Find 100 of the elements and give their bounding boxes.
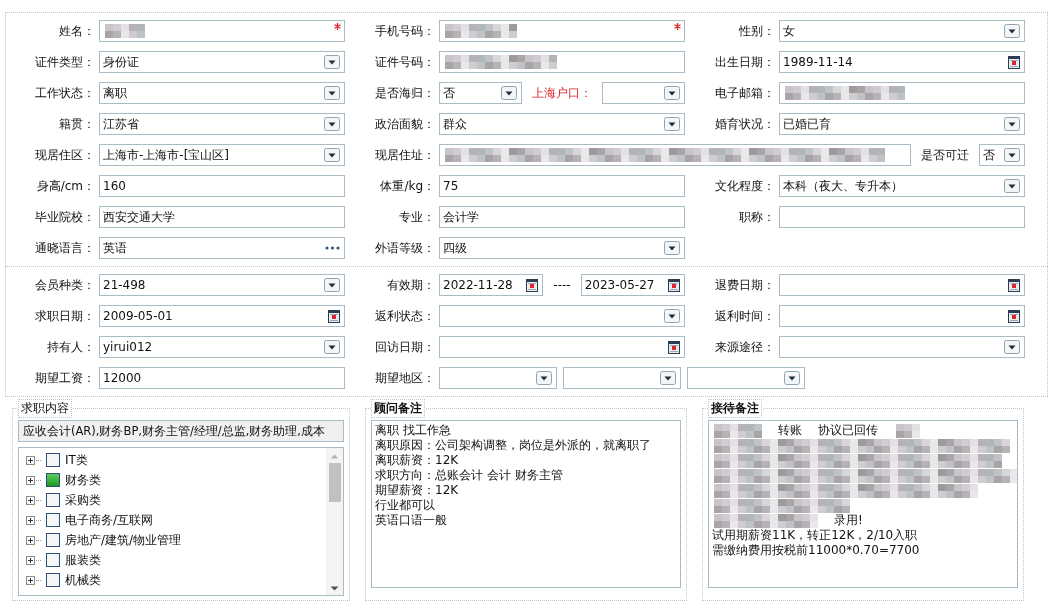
- notes-field[interactable]: 离职 找工作急 离职原因：公司架构调整，岗位是外派的，就离职了 离职薪资：12K 求职方向：总账会计 会计 财务主管 期望薪资：12K 行业都可以 英语口语一般: [371, 420, 681, 588]
- select-field[interactable]: yirui012: [99, 336, 345, 358]
- select-field[interactable]: 离职: [99, 82, 345, 104]
- notes-field[interactable]: 转账 协议已回传 录用! 试用期薪资11K，转正12K，2/10入职 需缴纳费用按税前11000*0.70=7700: [708, 420, 1018, 588]
- date-field[interactable]: [439, 336, 685, 358]
- field-label: 回访日期：: [374, 339, 435, 356]
- field-label: 出生日期：: [714, 54, 775, 71]
- group-title: 接待备注: [708, 399, 762, 418]
- checkbox[interactable]: [46, 513, 60, 527]
- calendar-icon: [526, 278, 539, 292]
- text-field[interactable]: 75: [439, 175, 685, 197]
- select-field[interactable]: 本科（夜大、专升本）: [779, 175, 1025, 197]
- tree-item[interactable]: 采购类: [65, 491, 101, 509]
- checkbox[interactable]: [46, 553, 60, 567]
- text-field[interactable]: 160: [99, 175, 345, 197]
- tree-item[interactable]: 机械类: [65, 571, 101, 589]
- select-field[interactable]: [779, 336, 1025, 358]
- text-field[interactable]: 12000: [99, 367, 345, 389]
- field-label: 政治面貌：: [374, 116, 435, 133]
- checkbox[interactable]: [46, 453, 60, 467]
- field-label: 是否可迁: [920, 146, 970, 164]
- text-field[interactable]: 会计学: [439, 206, 685, 228]
- dropdown-icon: [324, 340, 340, 354]
- field-label: 退费日期：: [714, 277, 775, 294]
- text-field[interactable]: [439, 51, 685, 73]
- note-text: 离职原因：公司架构调整，岗位是外派的，就离职了: [375, 438, 651, 453]
- expand-icon[interactable]: [26, 535, 41, 545]
- expand-icon[interactable]: [26, 555, 41, 565]
- date-field[interactable]: 1989-11-14: [779, 51, 1025, 73]
- calendar-icon: [1008, 278, 1020, 292]
- picker-field[interactable]: 英语: [99, 237, 345, 259]
- text-field[interactable]: [99, 20, 345, 42]
- date-field[interactable]: [779, 274, 1025, 296]
- field-label: 婚育状况：: [714, 116, 775, 133]
- field-label: 返利状态：: [374, 308, 435, 325]
- note-text: 试用期薪资11K，转正12K，2/10入职: [712, 528, 918, 543]
- field-label: 电子邮箱：: [714, 85, 775, 102]
- expand-icon[interactable]: [26, 475, 41, 485]
- tree-item[interactable]: IT类: [65, 451, 88, 469]
- scrollbar[interactable]: [326, 448, 343, 595]
- select-field[interactable]: 上海市-上海市-[宝山区]: [99, 144, 345, 166]
- dropdown-icon: [1004, 340, 1020, 354]
- select-field[interactable]: [439, 367, 557, 389]
- dropdown-icon: [324, 55, 340, 69]
- note-text: 行业都可以: [375, 498, 435, 513]
- scrollbar-thumb[interactable]: [328, 463, 341, 502]
- date-field[interactable]: 2023-05-27: [580, 274, 685, 296]
- tree-item[interactable]: 财务类: [65, 471, 101, 489]
- text-field[interactable]: [439, 20, 685, 42]
- field-label: 毕业院校：: [34, 209, 95, 226]
- select-field[interactable]: 群众: [439, 113, 685, 135]
- select-field[interactable]: 21-498: [99, 274, 345, 296]
- field-label: 专业：: [398, 209, 435, 226]
- dropdown-icon: [1004, 179, 1020, 193]
- range-separator: ----: [552, 278, 572, 292]
- field-label: 籍贯：: [58, 116, 95, 133]
- text-field[interactable]: [779, 82, 1025, 104]
- field-label: 来源途径：: [714, 339, 775, 356]
- tree-item[interactable]: 电子商务/互联网: [65, 511, 154, 529]
- select-field[interactable]: 女: [779, 20, 1025, 42]
- tree-item[interactable]: 服装类: [65, 551, 101, 569]
- select-field[interactable]: [687, 367, 805, 389]
- select-field[interactable]: [439, 305, 685, 327]
- expand-icon[interactable]: [26, 455, 41, 465]
- note-text: 英语口语一般: [375, 513, 447, 528]
- selection-field[interactable]: 应收会计(AR),财务BP,财务主管/经理/总监,财务助理,成本: [18, 420, 344, 442]
- field-label: 期望地区：: [374, 370, 435, 387]
- dropdown-icon: [664, 241, 680, 255]
- date-field[interactable]: 2022-11-28: [439, 274, 544, 296]
- select-field[interactable]: 否: [979, 144, 1025, 166]
- expand-icon[interactable]: [26, 515, 41, 525]
- text-field[interactable]: 西安交通大学: [99, 206, 345, 228]
- checkbox[interactable]: [46, 573, 60, 587]
- select-field[interactable]: 四级: [439, 237, 685, 259]
- tree-item[interactable]: 房地产/建筑/物业管理: [65, 531, 182, 549]
- dropdown-icon: [1004, 148, 1020, 162]
- note-text: 离职薪资：12K: [375, 453, 459, 468]
- dropdown-icon: [664, 117, 680, 131]
- select-field[interactable]: [602, 82, 685, 104]
- text-field[interactable]: [439, 144, 911, 166]
- expand-icon[interactable]: [26, 575, 41, 585]
- checkbox[interactable]: [46, 473, 60, 487]
- dropdown-icon: [664, 309, 680, 323]
- select-field[interactable]: 否: [439, 82, 522, 104]
- field-label: 现居住址：: [374, 147, 435, 164]
- select-field[interactable]: 江苏省: [99, 113, 345, 135]
- field-label: 是否海归：: [374, 85, 435, 102]
- checkbox[interactable]: [46, 533, 60, 547]
- select-field[interactable]: [563, 367, 681, 389]
- dropdown-icon: [536, 371, 552, 385]
- checkbox[interactable]: [46, 493, 60, 507]
- redacted-text: [105, 24, 145, 38]
- select-field[interactable]: 身份证: [99, 51, 345, 73]
- note-text: 求职方向：总账会计 会计 财务主管: [375, 468, 563, 483]
- select-field[interactable]: 已婚已育: [779, 113, 1025, 135]
- text-field[interactable]: [779, 206, 1025, 228]
- expand-icon[interactable]: [26, 495, 41, 505]
- date-field[interactable]: [779, 305, 1025, 327]
- field-label: 职称：: [738, 209, 775, 226]
- date-field[interactable]: 2009-05-01: [99, 305, 345, 327]
